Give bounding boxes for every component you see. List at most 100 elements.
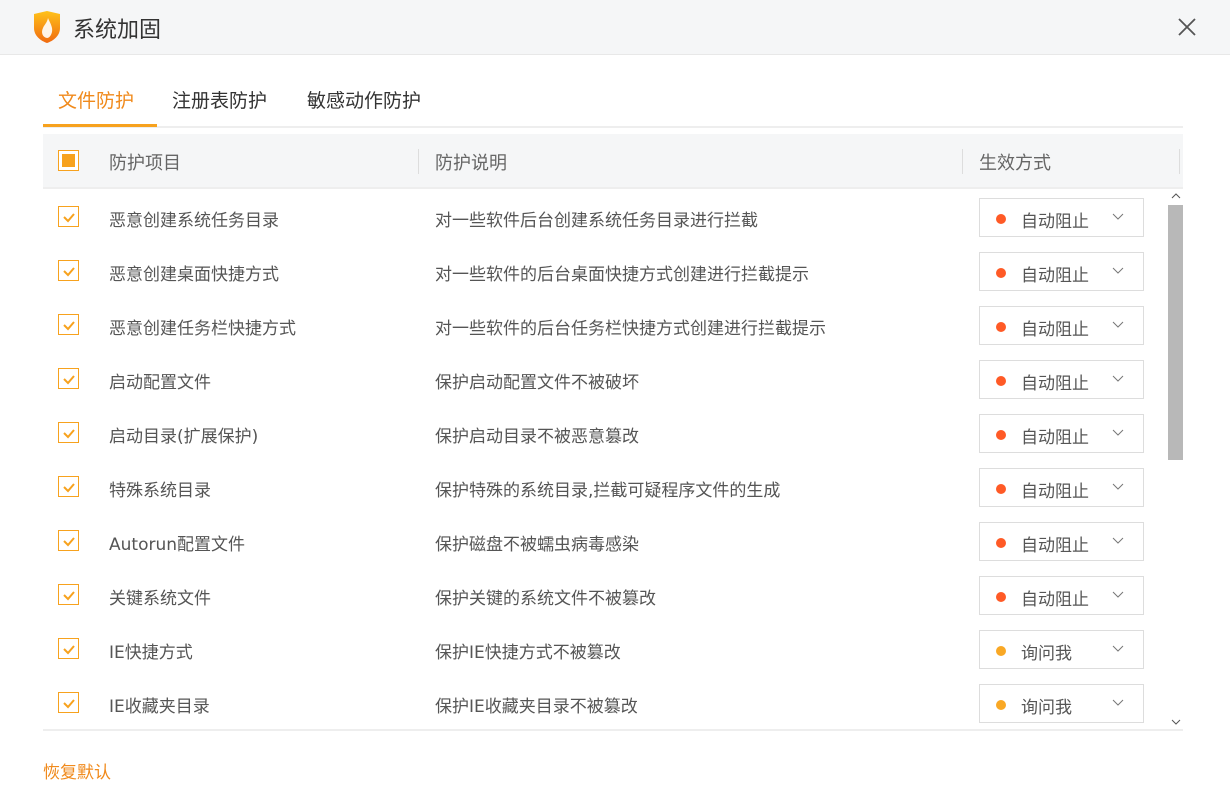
close-icon[interactable] — [1174, 14, 1200, 40]
mode-dropdown[interactable]: 自动阻止 — [979, 414, 1144, 453]
status-dot-icon — [996, 322, 1006, 332]
mode-dropdown[interactable]: 自动阻止 — [979, 468, 1144, 507]
column-divider — [962, 149, 963, 174]
status-dot-icon — [996, 646, 1006, 656]
mode-value: 自动阻止 — [1021, 266, 1089, 286]
protection-list: 恶意创建系统任务目录 对一些软件后台创建系统任务目录进行拦截 自动阻止 恶意创建… — [43, 190, 1168, 728]
checkmark-icon — [63, 429, 75, 439]
row-checkbox[interactable] — [58, 422, 79, 443]
mode-dropdown[interactable]: 自动阻止 — [979, 306, 1144, 345]
table-row: IE快捷方式 保护IE快捷方式不被篡改 询问我 — [43, 622, 1168, 676]
restore-defaults-link[interactable]: 恢复默认 — [43, 758, 111, 783]
chevron-down-icon — [1112, 429, 1124, 436]
status-dot-icon — [996, 538, 1006, 548]
row-checkbox[interactable] — [58, 206, 79, 227]
chevron-down-icon — [1112, 699, 1124, 706]
checkmark-icon — [63, 213, 75, 223]
item-name: 恶意创建桌面快捷方式 — [109, 265, 279, 285]
mode-dropdown[interactable]: 自动阻止 — [979, 576, 1144, 615]
status-dot-icon — [996, 430, 1006, 440]
item-description: 保护特殊的系统目录,拦截可疑程序文件的生成 — [435, 481, 781, 501]
chevron-down-icon — [1112, 267, 1124, 274]
row-checkbox[interactable] — [58, 638, 79, 659]
mode-value: 自动阻止 — [1021, 590, 1089, 610]
table-row: 特殊系统目录 保护特殊的系统目录,拦截可疑程序文件的生成 自动阻止 — [43, 460, 1168, 514]
chevron-down-icon — [1112, 483, 1124, 490]
status-dot-icon — [996, 484, 1006, 494]
table-header: 防护项目 防护说明 生效方式 — [43, 134, 1183, 189]
tab-sensitive-action-protection[interactable]: 敏感动作防护 — [307, 86, 421, 113]
table-row: 恶意创建桌面快捷方式 对一些软件的后台桌面快捷方式创建进行拦截提示 自动阻止 — [43, 244, 1168, 298]
checkmark-icon — [63, 483, 75, 493]
row-checkbox[interactable] — [58, 692, 79, 713]
scroll-down-icon[interactable] — [1171, 718, 1181, 726]
chevron-down-icon — [1112, 321, 1124, 328]
item-name: 启动目录(扩展保护) — [109, 427, 259, 447]
item-name: 恶意创建任务栏快捷方式 — [109, 319, 296, 339]
row-checkbox[interactable] — [58, 584, 79, 605]
tab-bar: 文件防护 注册表防护 敏感动作防护 — [43, 78, 1183, 128]
mode-value: 询问我 — [1021, 644, 1072, 664]
select-all-checkbox[interactable] — [58, 150, 79, 171]
header-item: 防护项目 — [109, 153, 181, 174]
scrollbar[interactable] — [1168, 190, 1183, 730]
chevron-down-icon — [1112, 645, 1124, 652]
checkmark-icon — [63, 267, 75, 277]
row-checkbox[interactable] — [58, 530, 79, 551]
table-row: IE收藏夹目录 保护IE收藏夹目录不被篡改 询问我 — [43, 676, 1168, 728]
item-description: 保护IE快捷方式不被篡改 — [435, 643, 621, 663]
chevron-down-icon — [1112, 213, 1124, 220]
item-description: 保护磁盘不被蠕虫病毒感染 — [435, 535, 639, 555]
scrollbar-thumb[interactable] — [1168, 205, 1183, 460]
item-name: 恶意创建系统任务目录 — [109, 211, 279, 231]
status-dot-icon — [996, 268, 1006, 278]
mode-dropdown[interactable]: 询问我 — [979, 630, 1144, 669]
item-description: 保护IE收藏夹目录不被篡改 — [435, 697, 638, 717]
header-mode: 生效方式 — [979, 153, 1051, 174]
item-name: 关键系统文件 — [109, 589, 211, 609]
item-name: IE快捷方式 — [109, 643, 193, 663]
status-dot-icon — [996, 592, 1006, 602]
mode-dropdown[interactable]: 自动阻止 — [979, 522, 1144, 561]
chevron-down-icon — [1112, 537, 1124, 544]
row-checkbox[interactable] — [58, 260, 79, 281]
mode-value: 自动阻止 — [1021, 536, 1089, 556]
table-row: 关键系统文件 保护关键的系统文件不被篡改 自动阻止 — [43, 568, 1168, 622]
column-divider — [418, 149, 419, 174]
table-row: 恶意创建系统任务目录 对一些软件后台创建系统任务目录进行拦截 自动阻止 — [43, 190, 1168, 244]
row-checkbox[interactable] — [58, 314, 79, 335]
item-description: 对一些软件的后台桌面快捷方式创建进行拦截提示 — [435, 265, 809, 285]
tab-file-protection[interactable]: 文件防护 — [58, 86, 134, 113]
checkmark-icon — [63, 645, 75, 655]
item-name: Autorun配置文件 — [109, 535, 246, 555]
column-divider — [1179, 149, 1180, 174]
tab-registry-protection[interactable]: 注册表防护 — [172, 86, 267, 113]
item-name: 特殊系统目录 — [109, 481, 211, 501]
status-dot-icon — [996, 700, 1006, 710]
mode-value: 询问我 — [1021, 698, 1072, 718]
title-bar: 系统加固 — [0, 0, 1230, 55]
scroll-up-icon[interactable] — [1171, 192, 1181, 200]
mode-dropdown[interactable]: 自动阻止 — [979, 252, 1144, 291]
checkmark-icon — [63, 591, 75, 601]
item-description: 对一些软件后台创建系统任务目录进行拦截 — [435, 211, 758, 231]
checkmark-icon — [63, 321, 75, 331]
mode-dropdown[interactable]: 自动阻止 — [979, 198, 1144, 237]
checkmark-icon — [63, 537, 75, 547]
header-desc: 防护说明 — [435, 153, 507, 174]
status-dot-icon — [996, 376, 1006, 386]
chevron-down-icon — [1112, 591, 1124, 598]
divider — [43, 729, 1183, 731]
mode-value: 自动阻止 — [1021, 212, 1089, 232]
mode-value: 自动阻止 — [1021, 374, 1089, 394]
table-row: 启动目录(扩展保护) 保护启动目录不被恶意篡改 自动阻止 — [43, 406, 1168, 460]
item-description: 保护关键的系统文件不被篡改 — [435, 589, 656, 609]
mode-dropdown[interactable]: 自动阻止 — [979, 360, 1144, 399]
table-row: 恶意创建任务栏快捷方式 对一些软件的后台任务栏快捷方式创建进行拦截提示 自动阻止 — [43, 298, 1168, 352]
mode-value: 自动阻止 — [1021, 428, 1089, 448]
checkmark-icon — [63, 375, 75, 385]
row-checkbox[interactable] — [58, 476, 79, 497]
row-checkbox[interactable] — [58, 368, 79, 389]
item-name: IE收藏夹目录 — [109, 697, 210, 717]
mode-dropdown[interactable]: 询问我 — [979, 684, 1144, 723]
